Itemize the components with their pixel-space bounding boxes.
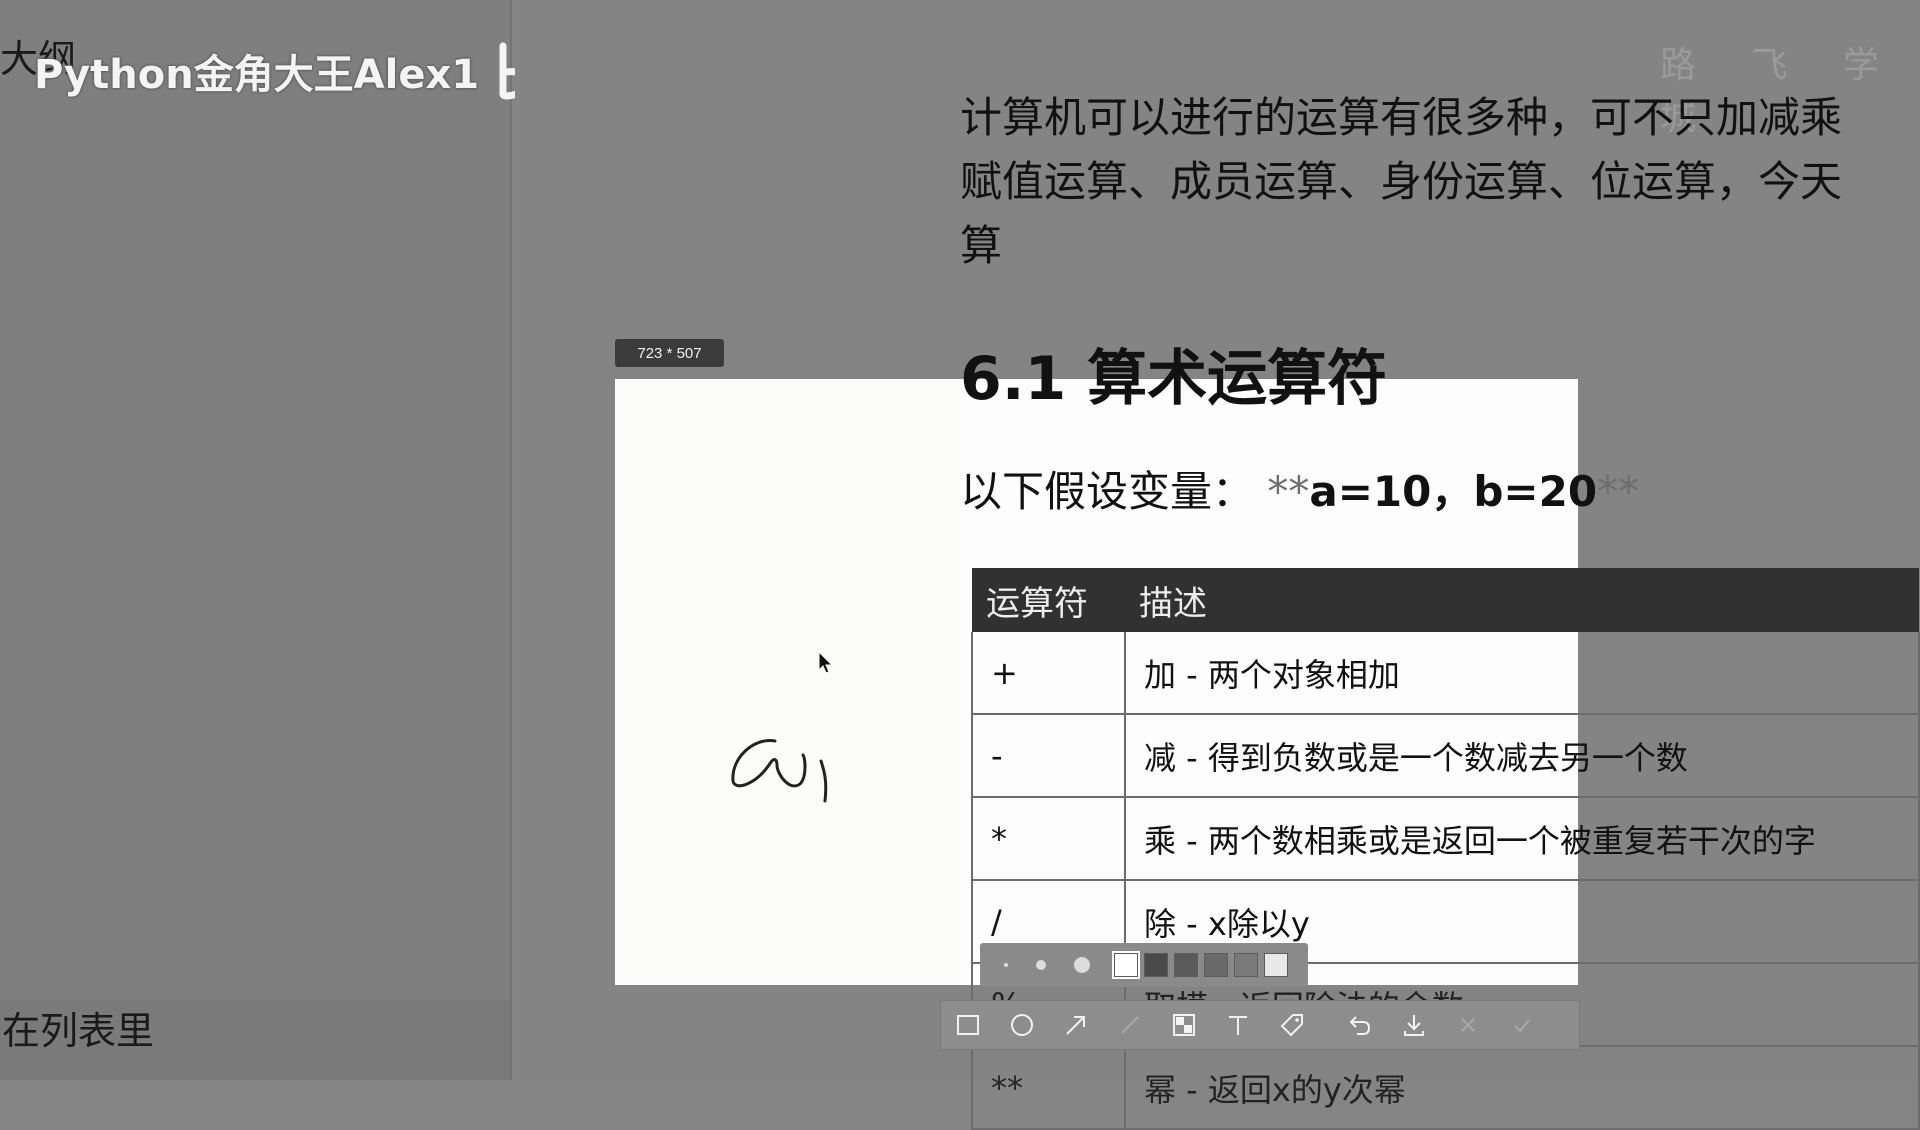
table-row: - 减 - 得到负数或是一个数减去另一个数: [971, 714, 1920, 798]
assumption-stars-open: **: [1267, 467, 1310, 516]
ellipse-icon: [1011, 1014, 1033, 1036]
handwriting-stroke: [731, 739, 828, 803]
table-row: + 加 - 两个对象相加: [971, 632, 1920, 715]
screenshot-toolbar: [940, 1000, 1580, 1050]
color-swatch[interactable]: [1264, 953, 1288, 977]
intro-paragraph: 计算机可以进行的运算有很多种，可不只加减乘 赋值运算、成员运算、身份运算、位运算…: [960, 86, 1920, 278]
brush-size-medium[interactable]: [1036, 960, 1046, 970]
undo-icon: [1349, 1016, 1371, 1035]
color-swatch[interactable]: [1234, 953, 1258, 977]
close-icon: [1461, 1018, 1475, 1032]
rectangle-icon: [957, 1015, 979, 1035]
brush-size-small[interactable]: [1004, 963, 1008, 967]
assumption-prefix: 以下假设变量：: [960, 467, 1255, 516]
intro-line: 赋值运算、成员运算、身份运算、位运算，今天: [960, 157, 1843, 206]
arrow-icon: [1066, 1016, 1085, 1035]
color-swatch[interactable]: [1204, 953, 1228, 977]
pen-icon: [1121, 1016, 1139, 1034]
color-swatch[interactable]: [1174, 953, 1198, 977]
operator-cell: *: [971, 797, 1126, 881]
confirm-icon: [1514, 1019, 1530, 1033]
ellipse-tool-button[interactable]: [995, 1001, 1049, 1049]
close-button[interactable]: [1441, 1001, 1495, 1049]
text-tool-button[interactable]: [1211, 1001, 1265, 1049]
brush-size-large[interactable]: [1074, 957, 1090, 973]
mouse-cursor-icon: [818, 651, 834, 674]
intro-line: 算: [960, 221, 1003, 270]
confirm-button[interactable]: [1495, 1001, 1549, 1049]
intro-line: 计算机可以进行的运算有很多种，可不只加减乘: [960, 93, 1843, 142]
table-row: ** 幂 - 返回x的y次幂: [971, 1046, 1920, 1130]
download-icon: [1404, 1015, 1424, 1036]
assumption-values: a=10，b=20: [1309, 467, 1598, 516]
color-swatch[interactable]: [1112, 951, 1140, 979]
mosaic-icon: [1173, 1014, 1195, 1036]
color-swatch[interactable]: [1144, 953, 1168, 977]
description-cell: 加 - 两个对象相加: [1124, 632, 1920, 715]
operator-cell: +: [971, 632, 1126, 715]
table-header-description: 描述: [1125, 568, 1919, 632]
tag-icon: [1280, 1014, 1303, 1037]
description-cell: 乘 - 两个数相乘或是返回一个被重复若干次的字: [1124, 797, 1920, 881]
watermark-text: Python金角大王Alex1: [34, 52, 480, 98]
text-icon: [1229, 1016, 1247, 1035]
download-button[interactable]: [1387, 1001, 1441, 1049]
tag-tool-button[interactable]: [1265, 1001, 1319, 1049]
section-heading: 6.1 算术运算符: [960, 344, 1388, 414]
assumption-stars-close: **: [1597, 467, 1640, 516]
description-cell: 减 - 得到负数或是一个数减去另一个数: [1124, 714, 1920, 798]
operator-cell: **: [971, 1046, 1126, 1130]
operator-cell: -: [971, 714, 1126, 798]
table-header-operator: 运算符: [972, 568, 1125, 632]
pen-tool-button[interactable]: [1103, 1001, 1157, 1049]
color-picker-bar: [980, 943, 1308, 987]
mosaic-tool-button[interactable]: [1157, 1001, 1211, 1049]
assumption-line: 以下假设变量： **a=10，b=20**: [960, 458, 1639, 519]
outline-sidebar: [0, 0, 512, 1080]
selection-size-badge: 723 * 507: [615, 339, 724, 367]
description-cell: 幂 - 返回x的y次幂: [1124, 1046, 1920, 1130]
rectangle-tool-button[interactable]: [941, 1001, 995, 1049]
arrow-tool-button[interactable]: [1049, 1001, 1103, 1049]
table-row: * 乘 - 两个数相乘或是返回一个被重复若干次的字: [971, 797, 1920, 881]
undo-button[interactable]: [1333, 1001, 1387, 1049]
sidebar-list-text: 在列表里: [2, 1009, 155, 1053]
